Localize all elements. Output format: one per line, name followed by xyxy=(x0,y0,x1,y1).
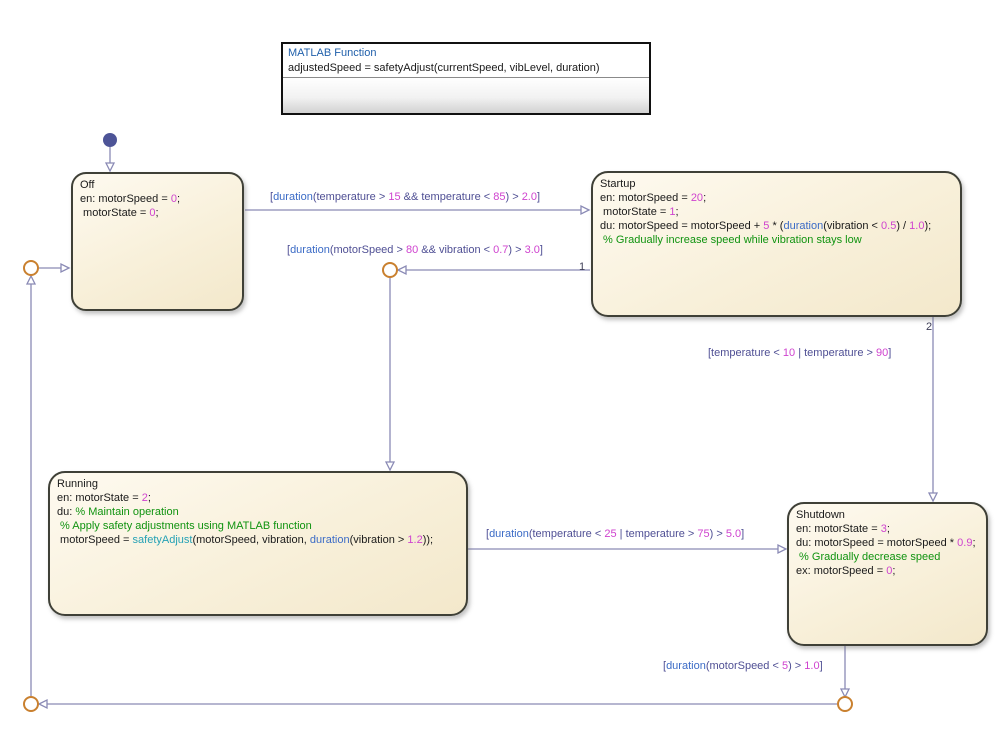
matlab-function-body xyxy=(283,78,649,113)
junction-left-bottom[interactable] xyxy=(24,697,38,711)
state-running[interactable]: Running en: motorState = 2;du: % Maintai… xyxy=(48,471,468,616)
state-startup-name: Startup xyxy=(600,177,953,191)
transition-off-to-startup[interactable] xyxy=(245,206,589,214)
state-running-name: Running xyxy=(57,477,459,491)
state-shutdown-code: en: motorState = 3;du: motorSpeed = moto… xyxy=(796,522,979,578)
initial-state-dot[interactable] xyxy=(103,133,117,147)
junction-shutdown-bottom[interactable] xyxy=(838,697,852,711)
matlab-function-block[interactable]: MATLAB Function adjustedSpeed = safetyAd… xyxy=(281,42,651,115)
transition-startup-to-shutdown[interactable] xyxy=(929,317,937,501)
transition-running-to-shutdown[interactable] xyxy=(468,545,786,553)
state-shutdown[interactable]: Shutdown en: motorState = 3;du: motorSpe… xyxy=(787,502,988,646)
transition-priority-startup-to-running[interactable]: 1 xyxy=(579,261,585,273)
state-off-name: Off xyxy=(80,178,235,192)
state-off[interactable]: Off en: motorSpeed = 0; motorState = 0; xyxy=(71,172,244,311)
stateflow-canvas: MATLAB Function adjustedSpeed = safetyAd… xyxy=(0,0,1002,732)
matlab-function-signature: adjustedSpeed = safetyAdjust(currentSpee… xyxy=(288,61,644,76)
transition-priority-startup-to-shutdown[interactable]: 2 xyxy=(926,321,932,333)
state-off-code: en: motorSpeed = 0; motorState = 0; xyxy=(80,192,235,220)
state-startup-code: en: motorSpeed = 20; motorState = 1;du: … xyxy=(600,191,953,247)
junction-left-top[interactable] xyxy=(24,261,38,275)
state-running-code: en: motorState = 2;du: % Maintain operat… xyxy=(57,491,459,547)
transition-label-off-to-startup[interactable]: [duration(temperature > 15 && temperatur… xyxy=(270,191,540,204)
default-transition[interactable] xyxy=(106,147,114,171)
transition-startup-to-running[interactable] xyxy=(386,266,590,470)
transition-label-running-to-shutdown[interactable]: [duration(temperature < 25 | temperature… xyxy=(486,528,744,541)
transition-label-shutdown-to-off[interactable]: [duration(motorSpeed < 5) > 1.0] xyxy=(663,660,823,673)
junction-startup-running[interactable] xyxy=(383,263,397,277)
matlab-function-title: MATLAB Function xyxy=(288,46,644,61)
state-shutdown-name: Shutdown xyxy=(796,508,979,522)
transition-label-startup-to-running[interactable]: [duration(motorSpeed > 80 && vibration <… xyxy=(287,244,543,257)
matlab-function-header: MATLAB Function adjustedSpeed = safetyAd… xyxy=(283,44,649,77)
transition-label-startup-to-shutdown[interactable]: [temperature < 10 | temperature > 90] xyxy=(708,347,891,360)
state-startup[interactable]: Startup en: motorSpeed = 20; motorState … xyxy=(591,171,962,317)
